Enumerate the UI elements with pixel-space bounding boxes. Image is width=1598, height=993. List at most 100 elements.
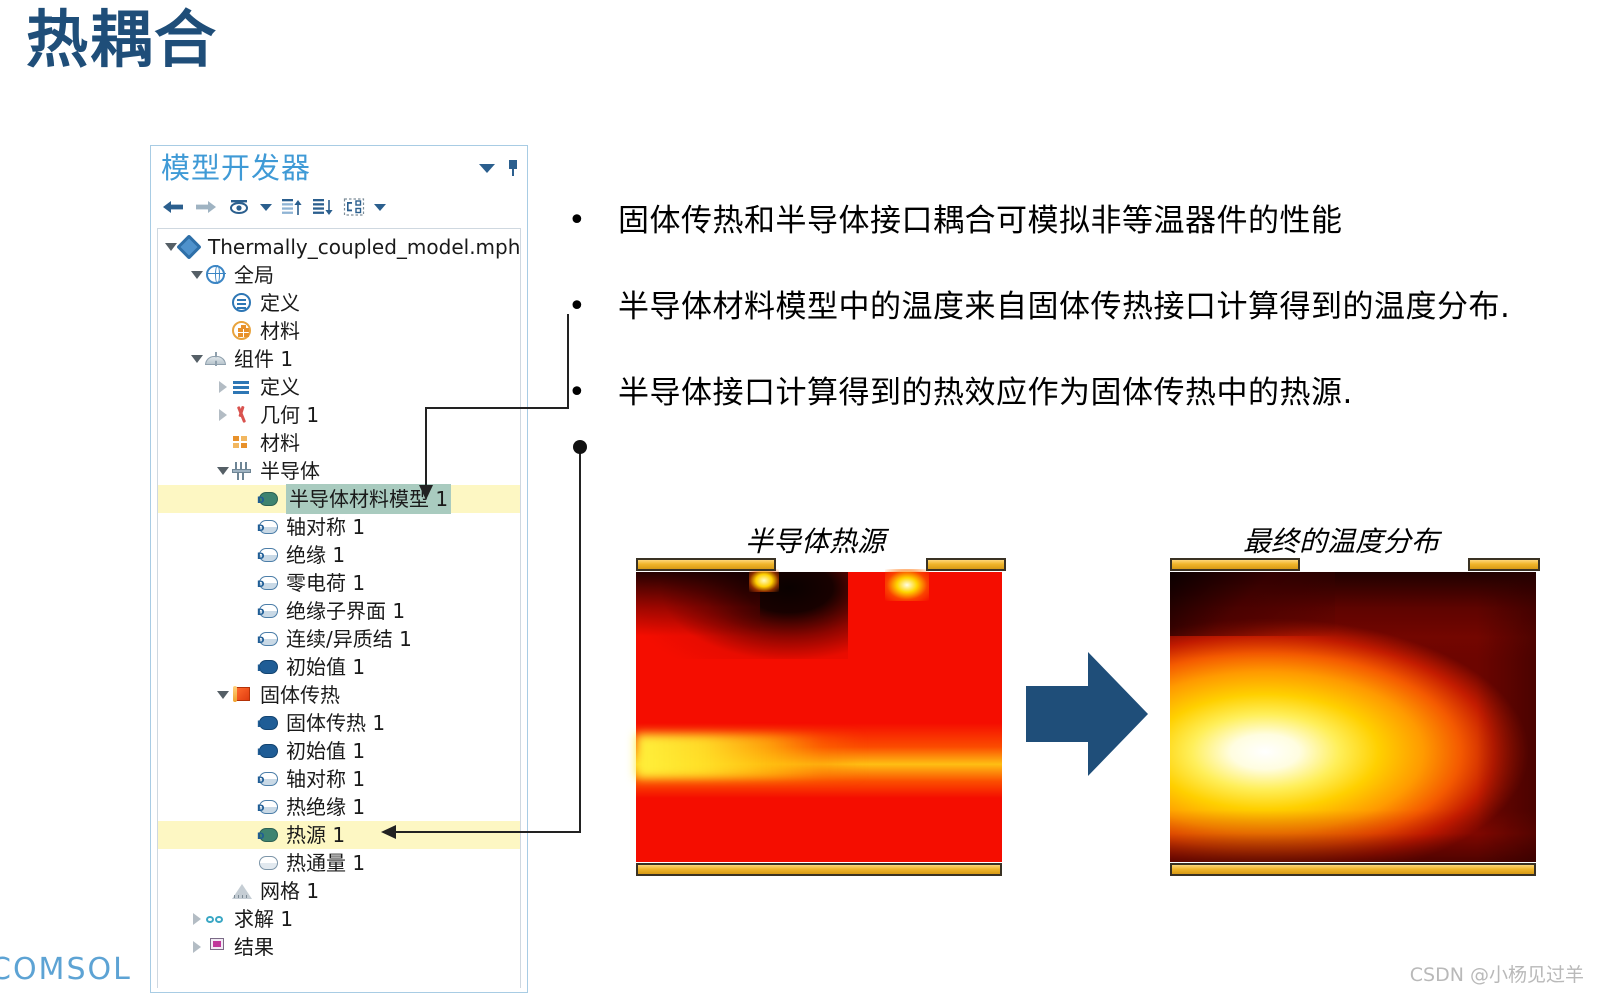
component-icon [204,348,228,370]
definitions-icon [230,376,254,398]
tree-node-label: 零电荷 1 [286,571,366,595]
tree-node-label: 组件 1 [234,347,294,371]
top-left-electrode [636,558,776,571]
tree-node-label: 材料 [260,319,300,343]
model-builder-panel: 模型开发器 Thermally_coupled_model.mph 全局 定义 … [150,145,528,993]
tree-node[interactable]: 结果 [158,933,520,961]
global-materials-icon [230,320,254,342]
tree-expand-open-icon[interactable] [190,271,204,279]
tree-node-label: 网格 1 [260,879,320,903]
tree-node[interactable]: D 热绝缘 1 [158,793,520,821]
tree-node[interactable]: D 零电荷 1 [158,569,520,597]
bc-filled-icon: D [256,712,280,734]
tree-node-label: 定义 [260,375,300,399]
tree-node[interactable]: 半导体 [158,457,520,485]
tree-node[interactable]: 组件 1 [158,345,520,373]
bc-filled-icon: D [256,740,280,762]
heatmap-cool-right [1477,572,1536,862]
heatmap-cool-top-left [1170,572,1335,636]
tree-node[interactable]: D 初始值 1 [158,737,520,765]
chevron-down-icon[interactable] [479,163,495,173]
bc-outline-icon: D [256,572,280,594]
tree-node-label: 全局 [234,263,274,287]
tree-node-label: 连续/异质结 1 [286,627,412,651]
watermark: CSDN @小杨见过羊 [1409,964,1584,986]
tree-node-label: 半导体材料模型 1 [286,484,452,514]
bc-outline-icon: D [256,544,280,566]
tree-node[interactable]: 固体传热 [158,681,520,709]
tree-node[interactable]: Thermally_coupled_model.mph [158,233,520,261]
comsol-logo: COMSOL [0,952,132,987]
semiconductor-icon [230,460,254,482]
right-arrow-shape [1026,652,1148,776]
tree-node[interactable]: 定义 [158,289,520,317]
tree-node[interactable]: 求解 1 [158,905,520,933]
layout-dropdown-caret-icon[interactable] [374,203,386,211]
bullet-list: • 固体传热和半导体接口耦合可模拟非等温器件的性能 • 半导体材料模型中的温度来自固体… [560,198,1520,456]
pin-icon[interactable] [507,160,519,176]
bullet-item: • 半导体接口计算得到的热效应作为固体传热中的热源. [560,370,1520,416]
tree-node[interactable]: D 连续/异质结 1 [158,625,520,653]
node-layout-icon[interactable] [343,197,365,217]
semiconductor-heat-source-plot [636,558,1006,876]
tree-node[interactable]: 热通量 1 [158,849,520,877]
heatmap-hotspot-2 [884,569,929,601]
tree-expand-open-icon[interactable] [216,467,230,475]
tree-node[interactable]: 材料 [158,317,520,345]
model-builder-header: 模型开发器 [151,146,527,190]
tree-node[interactable]: D 热源 1 [158,821,520,849]
tree-expand-open-icon[interactable] [216,691,230,699]
collapse-up-icon[interactable] [281,197,303,217]
page-title: 热耦合 [26,3,219,76]
tree-node[interactable]: 定义 [158,373,520,401]
show-dropdown-caret-icon[interactable] [260,203,272,211]
tree-node[interactable]: 几何 1 [158,401,520,429]
bullet-marker: • [568,203,586,238]
tree-node-label: 求解 1 [234,907,294,931]
forward-arrow-icon[interactable] [194,198,218,216]
bc-green-icon: D [256,488,280,510]
tree-node-label: 材料 [260,431,300,455]
bc-outline-icon: D [256,600,280,622]
bullet-marker: • [568,375,586,410]
tree-node[interactable]: D 轴对称 1 [158,513,520,541]
tree-node[interactable]: D 绝缘子界面 1 [158,597,520,625]
tree-node[interactable]: D 固体传热 1 [158,709,520,737]
tree-expand-closed-icon[interactable] [216,381,230,393]
tree-node-label: 轴对称 1 [286,515,366,539]
tree-node-label: 绝缘 1 [286,543,346,567]
tree-node-label: 初始值 1 [286,655,366,679]
tree-expand-closed-icon[interactable] [190,913,204,925]
tree-node-label: 热通量 1 [286,851,366,875]
right-figure-caption: 最终的温度分布 [1243,525,1440,558]
expand-down-icon[interactable] [312,197,334,217]
tree-expand-closed-icon[interactable] [216,409,230,421]
tree-expand-open-icon[interactable] [190,355,204,363]
global-globe-icon [204,264,228,286]
model-tree-container[interactable]: Thermally_coupled_model.mph 全局 定义 材料 组件 1 定义几… [157,228,521,988]
top-right-electrode [926,558,1006,571]
tree-node[interactable]: 材料 [158,429,520,457]
bullet-marker: • [568,289,586,324]
bullet-text: 固体传热和半导体接口耦合可模拟非等温器件的性能 [618,203,1343,239]
materials-icon [230,432,254,454]
bc-outline-icon: D [256,628,280,650]
show-eye-icon[interactable] [227,198,251,216]
results-icon [204,936,228,958]
tree-node[interactable]: D 半导体材料模型 1 [158,484,520,514]
model-file-icon [176,234,202,260]
tree-node[interactable]: 网格 1 [158,877,520,905]
tree-expand-closed-icon[interactable] [190,941,204,953]
final-temperature-distribution-plot [1170,558,1540,876]
tree-node[interactable]: D 初始值 1 [158,653,520,681]
tree-node[interactable]: D 轴对称 1 [158,765,520,793]
global-definitions-icon [230,292,254,314]
tree-node-label: 固体传热 1 [286,711,386,735]
bc-plain-icon [256,852,280,874]
tree-node[interactable]: D 绝缘 1 [158,541,520,569]
heatmap-hotspot-1 [749,569,779,593]
tree-node[interactable]: 全局 [158,261,520,289]
back-arrow-icon[interactable] [161,198,185,216]
bc-outline-icon: D [256,768,280,790]
bc-filled-icon: D [256,656,280,678]
